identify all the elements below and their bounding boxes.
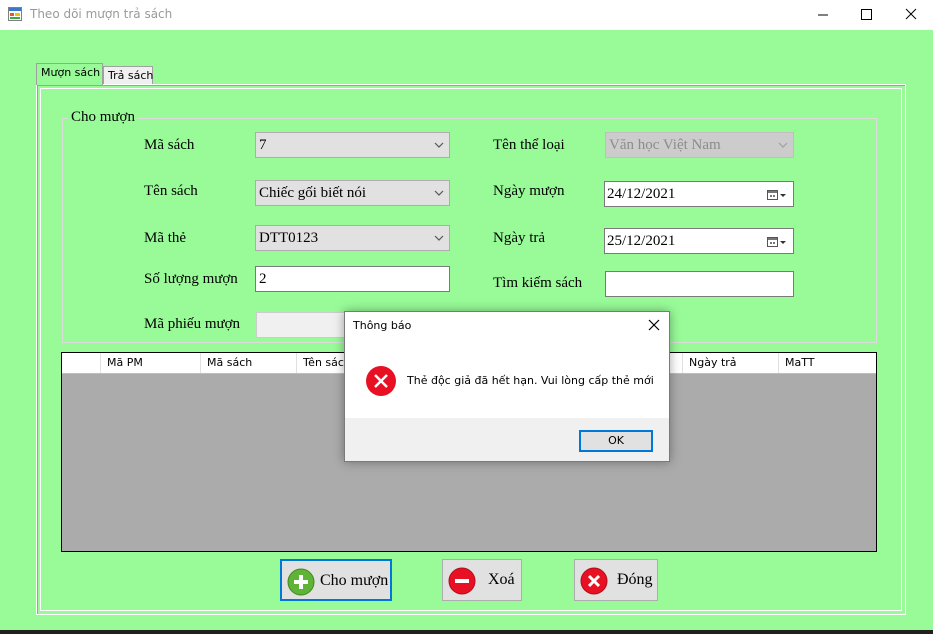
label-ten-sach: Tên sách (144, 183, 198, 199)
ten-sach-value: Chiếc gối biết nói (259, 185, 367, 201)
ngay-tra-datepicker[interactable]: 25/12/2021 (604, 228, 794, 254)
ngay-muon-datepicker[interactable]: 24/12/2021 (604, 181, 794, 207)
app-form-icon (8, 7, 22, 21)
label-ngay-tra: Ngày trả (493, 230, 546, 246)
group-title: Cho mượn (68, 109, 138, 126)
tab-muon-sach[interactable]: Mượn sách (36, 63, 103, 85)
xoa-label: Xoá (488, 571, 515, 588)
label-so-luong-muon: Số lượng mượn (144, 271, 238, 287)
close-icon[interactable] (640, 311, 668, 339)
label-ma-sach: Mã sách (144, 137, 195, 153)
label-tim-kiem-sach: Tìm kiếm sách (493, 275, 583, 291)
close-icon[interactable] (887, 0, 933, 30)
so-luong-muon-input[interactable]: 2 (255, 266, 450, 292)
ma-sach-combobox[interactable]: 7 (255, 132, 450, 158)
ma-the-combobox[interactable]: DTT0123 (255, 225, 450, 251)
grid-column-header[interactable]: Mã PM (100, 353, 200, 373)
window-title: Theo dõi mượn trả sách (30, 7, 173, 21)
calendar-dropdown-icon[interactable] (765, 235, 789, 249)
grid-column-header[interactable]: MaTT (778, 353, 876, 373)
grid-column-header[interactable]: Mã sách (200, 353, 296, 373)
close-circle-icon (580, 567, 608, 595)
minimize-icon[interactable] (800, 0, 846, 30)
ten-the-loai-combobox: Văn học Việt Nam (605, 132, 794, 158)
dong-button[interactable]: Đóng (574, 559, 658, 601)
dialog-message: Thẻ độc giả đã hết hạn. Vui lòng cấp thẻ… (407, 374, 654, 387)
ok-button[interactable]: OK (579, 430, 653, 452)
maximize-icon[interactable] (843, 0, 889, 30)
ma-sach-value: 7 (259, 137, 267, 153)
xoa-button[interactable]: Xoá (442, 559, 522, 601)
chevron-down-icon (434, 142, 444, 148)
remove-icon (448, 567, 476, 595)
dong-label: Đóng (617, 571, 653, 588)
chevron-down-icon (778, 142, 788, 148)
tab-tra-sach[interactable]: Trả sách (103, 66, 153, 84)
ma-the-value: DTT0123 (259, 230, 319, 246)
ten-the-loai-value: Văn học Việt Nam (609, 137, 721, 153)
dialog-title: Thông báo (353, 319, 412, 332)
ten-sach-combobox[interactable]: Chiếc gối biết nói (255, 180, 450, 206)
label-ma-phieu-muon: Mã phiếu mượn (144, 316, 241, 332)
ngay-tra-value: 25/12/2021 (607, 233, 676, 249)
chevron-down-icon (434, 235, 444, 241)
tim-kiem-sach-input[interactable] (605, 271, 794, 297)
ngay-muon-value: 24/12/2021 (607, 186, 676, 202)
error-icon (366, 366, 396, 396)
grid-column-header[interactable]: Ngày trả (682, 353, 778, 373)
calendar-dropdown-icon[interactable] (765, 188, 789, 202)
label-ngay-muon: Ngày mượn (493, 183, 565, 199)
add-icon (287, 568, 315, 596)
chevron-down-icon (434, 190, 444, 196)
cho-muon-button[interactable]: Cho mượn (280, 559, 392, 601)
label-ma-the: Mã thẻ (144, 230, 187, 246)
label-ten-the-loai: Tên thể loại (493, 137, 565, 153)
taskbar-edge (0, 630, 933, 634)
cho-muon-label: Cho mượn (320, 572, 389, 589)
grid-row-header (62, 353, 100, 373)
